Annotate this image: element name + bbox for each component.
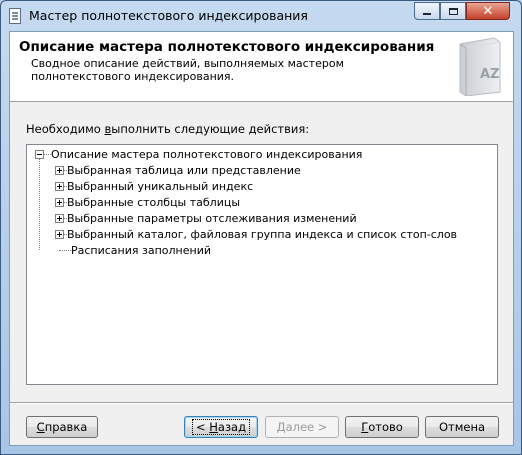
- tree-root-label: Описание мастера полнотекстового индекси…: [51, 147, 363, 161]
- footer-divider: [10, 402, 513, 404]
- tree-item[interactable]: Выбранные столбцы таблицы: [55, 194, 240, 210]
- expand-icon[interactable]: [55, 229, 64, 239]
- maximize-button[interactable]: [440, 2, 466, 20]
- minimize-icon: [423, 13, 431, 15]
- book-az-icon: AZ: [459, 37, 501, 96]
- header-panel: Описание мастера полнотекстового индекси…: [10, 32, 513, 102]
- instruction-label: Необходимо выполнить следующие действия:: [26, 122, 310, 136]
- expand-icon[interactable]: [55, 165, 64, 175]
- finish-button[interactable]: Готово: [345, 416, 419, 438]
- page-title: Описание мастера полнотекстового индекси…: [19, 39, 435, 55]
- expand-icon[interactable]: [55, 197, 64, 207]
- minimize-button[interactable]: [414, 2, 440, 20]
- tree-item-label: Выбранный каталог, файловая группа индек…: [67, 227, 458, 241]
- svg-text:AZ: AZ: [480, 67, 500, 82]
- close-button[interactable]: ✕: [466, 2, 510, 20]
- help-button[interactable]: Справка: [26, 416, 98, 438]
- tree-item-label: Выбранные столбцы таблицы: [67, 195, 241, 209]
- document-icon: [9, 8, 21, 24]
- tree-item[interactable]: Выбранный каталог, файловая группа индек…: [55, 226, 457, 242]
- window-title: Мастер полнотекстового индексирования: [29, 8, 308, 23]
- tree-connector: [39, 159, 40, 250]
- maximize-icon: [448, 7, 458, 15]
- cancel-button[interactable]: Отмена: [425, 416, 499, 438]
- expand-icon[interactable]: [55, 213, 64, 223]
- tree-item[interactable]: Выбранный уникальный индекс: [55, 178, 253, 194]
- page-description: Сводное описание действий, выполняемых м…: [31, 57, 344, 83]
- title-bar[interactable]: Мастер полнотекстового индексирования ✕: [1, 1, 521, 31]
- dialog-client: Описание мастера полнотекстового индекси…: [9, 31, 514, 446]
- wizard-window: Мастер полнотекстового индексирования ✕ …: [0, 0, 522, 455]
- tree-root-item[interactable]: Описание мастера полнотекстового индекси…: [35, 146, 362, 162]
- actions-tree[interactable]: Описание мастера полнотекстового индекси…: [26, 144, 498, 385]
- tree-item-label: Выбранная таблица или представление: [67, 163, 301, 177]
- tree-item[interactable]: Выбранная таблица или представление: [55, 162, 301, 178]
- tree-item-label: Расписания заполнений: [71, 243, 211, 257]
- expand-icon[interactable]: [55, 181, 64, 191]
- close-icon: ✕: [482, 3, 494, 19]
- collapse-icon[interactable]: [35, 149, 44, 159]
- next-button[interactable]: Далее >: [265, 416, 339, 438]
- tree-item-label: Выбранный уникальный индекс: [67, 179, 254, 193]
- tree-item[interactable]: Выбранные параметры отслеживания изменен…: [55, 210, 357, 226]
- tree-item-label: Выбранные параметры отслеживания изменен…: [67, 211, 357, 225]
- tree-item[interactable]: Расписания заполнений: [55, 242, 211, 258]
- back-button[interactable]: < Назад: [184, 416, 258, 438]
